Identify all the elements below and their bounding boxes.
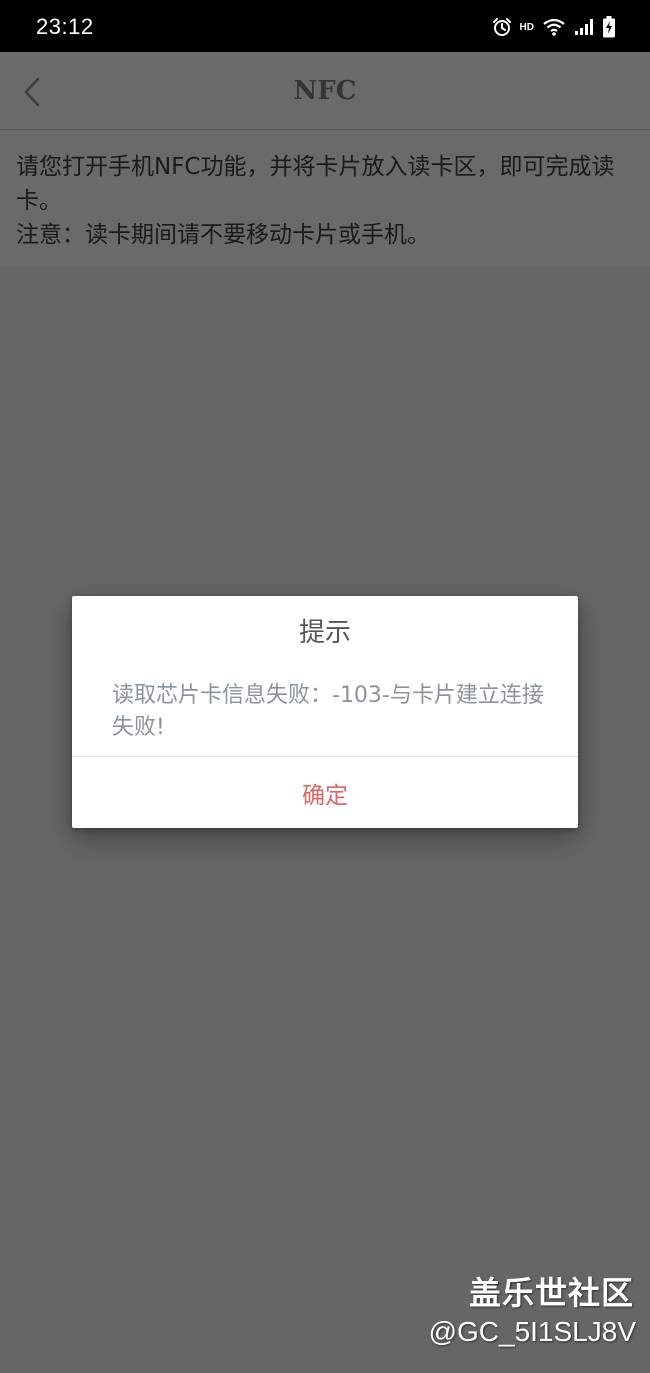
content-area: 请您打开手机NFC功能，并将卡片放入读卡区，即可完成读卡。 注意：读卡期间请不要… bbox=[0, 130, 650, 266]
page-title: NFC bbox=[293, 76, 357, 106]
status-icons: HD bbox=[492, 16, 616, 38]
status-bar: 23:12 HD bbox=[0, 0, 650, 52]
instruction-line: 请您打开手机NFC功能，并将卡片放入读卡区，即可完成读卡。 bbox=[16, 154, 615, 214]
dialog-message: 读取芯片卡信息失败：-103-与卡片建立连接失败! bbox=[112, 683, 544, 740]
app-bar: NFC bbox=[0, 52, 650, 130]
dialog-title: 提示 bbox=[298, 618, 351, 648]
instructions-text: 请您打开手机NFC功能，并将卡片放入读卡区，即可完成读卡。 注意：读卡期间请不要… bbox=[16, 150, 626, 252]
alarm-icon bbox=[492, 17, 512, 37]
caution-line: 注意：读卡期间请不要移动卡片或手机。 bbox=[16, 222, 430, 248]
alert-dialog: 提示 读取芯片卡信息失败：-103-与卡片建立连接失败! 确定 bbox=[72, 596, 578, 828]
watermark-title: 盖乐世社区 bbox=[468, 1274, 634, 1312]
confirm-button[interactable]: 确定 bbox=[72, 757, 578, 828]
battery-charging-icon bbox=[602, 16, 616, 38]
signal-icon bbox=[574, 18, 594, 36]
wifi-icon bbox=[542, 17, 566, 37]
status-time: 23:12 bbox=[36, 14, 94, 39]
hd-icon: HD bbox=[519, 21, 534, 33]
watermark-user: @GC_5I1SLJ8V bbox=[428, 1316, 636, 1347]
